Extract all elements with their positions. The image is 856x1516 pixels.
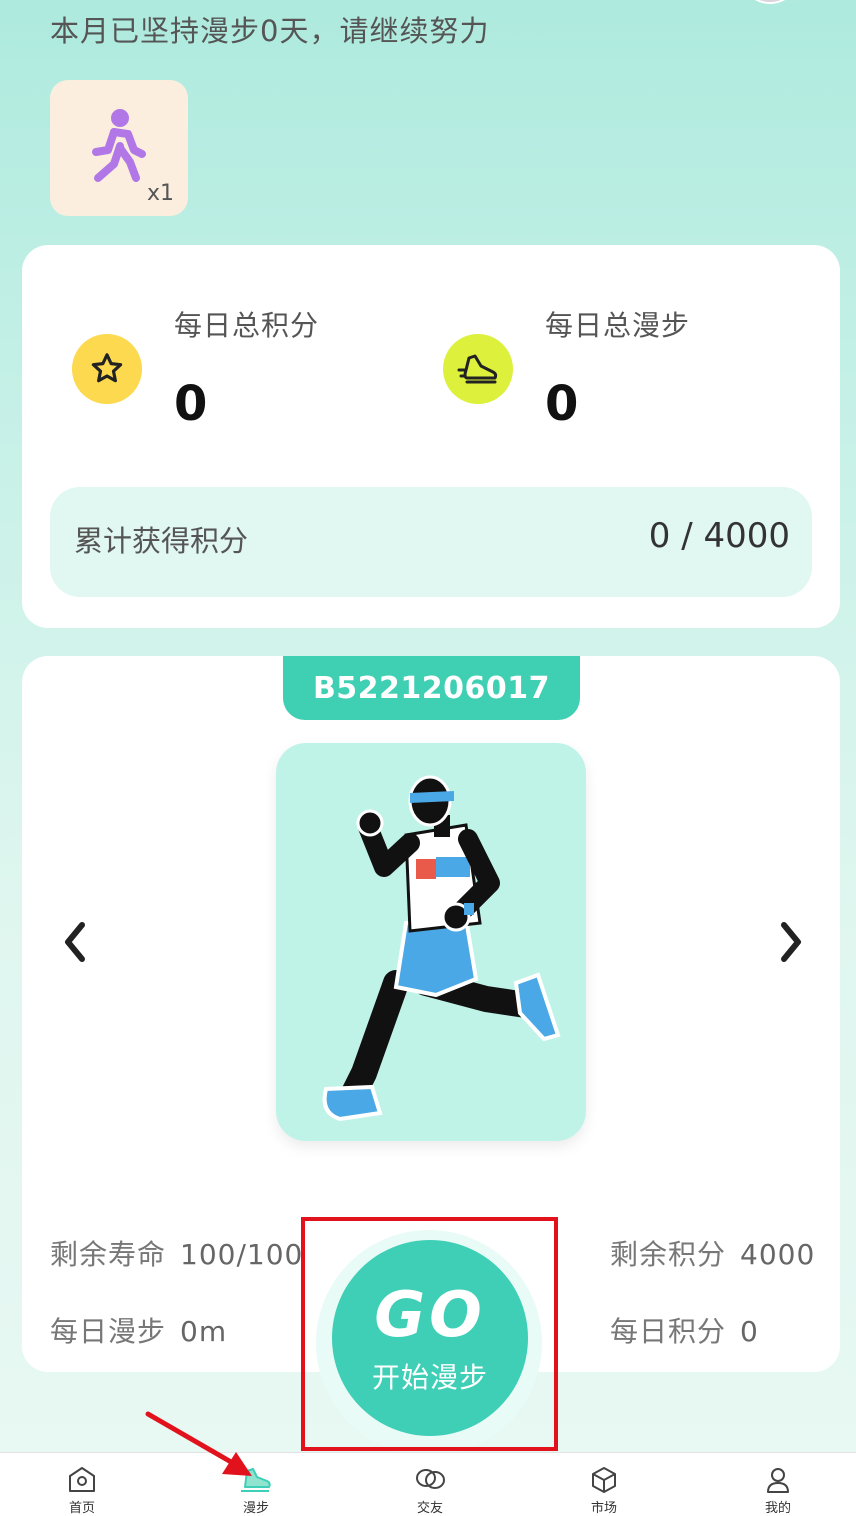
chevron-left-icon[interactable] <box>56 917 96 967</box>
runner-image <box>276 743 586 1141</box>
annotation-arrow-icon <box>145 1411 252 1476</box>
bottom-nav: 首页 漫步 交友 市场 我的 <box>0 1452 856 1516</box>
shoe-icon <box>443 334 513 404</box>
total-points-value: 0 / 4000 <box>648 516 790 556</box>
walking-person-icon <box>92 109 146 182</box>
nav-label-friends: 交友 <box>416 1501 443 1516</box>
nav-item-friends[interactable]: 交友 <box>370 1453 490 1516</box>
nav-label-home: 首页 <box>68 1501 95 1516</box>
box-icon <box>592 1467 616 1493</box>
nav-item-home[interactable]: 首页 <box>22 1453 142 1516</box>
daily-walk-info: 每日漫步 0m <box>50 1310 227 1350</box>
nav-label-mine: 我的 <box>764 1501 791 1516</box>
highlight-box <box>301 1217 558 1451</box>
daily-points-label: 每日总积分 <box>174 309 320 342</box>
remaining-points-value: 4000 <box>740 1238 816 1271</box>
chat-icon <box>416 1469 445 1489</box>
daily-walk-info-label: 每日漫步 <box>50 1315 167 1348</box>
remaining-life-value: 100/100 <box>180 1238 304 1271</box>
avatar[interactable] <box>740 0 800 4</box>
daily-points-value: 0 <box>174 376 208 432</box>
remaining-points: 剩余积分 4000 <box>610 1233 815 1273</box>
daily-points-info: 每日积分 0 <box>610 1310 759 1350</box>
nav-item-market[interactable]: 市场 <box>544 1453 664 1516</box>
daily-points-info-label: 每日积分 <box>610 1315 727 1348</box>
nav-item-mine[interactable]: 我的 <box>718 1453 838 1516</box>
walker-badge-card[interactable]: x1 <box>50 80 188 216</box>
nav-label-market: 市场 <box>590 1501 617 1516</box>
home-icon <box>69 1467 95 1492</box>
daily-walk-info-value: 0m <box>180 1315 228 1348</box>
total-points-label: 累计获得积分 <box>74 524 249 558</box>
chevron-right-icon[interactable] <box>770 917 810 967</box>
star-icon <box>72 334 142 404</box>
remaining-points-label: 剩余积分 <box>610 1238 727 1271</box>
nav-label-walk: 漫步 <box>242 1501 269 1516</box>
user-icon <box>767 1468 789 1493</box>
badge-count: x1 <box>146 181 174 206</box>
daily-walk-label: 每日总漫步 <box>545 309 691 342</box>
remaining-life: 剩余寿命 100/100 <box>50 1233 303 1273</box>
encouragement-message: 本月已坚持漫步0天，请继续努力 <box>50 14 490 48</box>
remaining-life-label: 剩余寿命 <box>50 1238 167 1271</box>
daily-walk-value: 0 <box>545 376 579 432</box>
daily-points-info-value: 0 <box>740 1315 759 1348</box>
walker-id: B5221206017 <box>283 656 580 720</box>
